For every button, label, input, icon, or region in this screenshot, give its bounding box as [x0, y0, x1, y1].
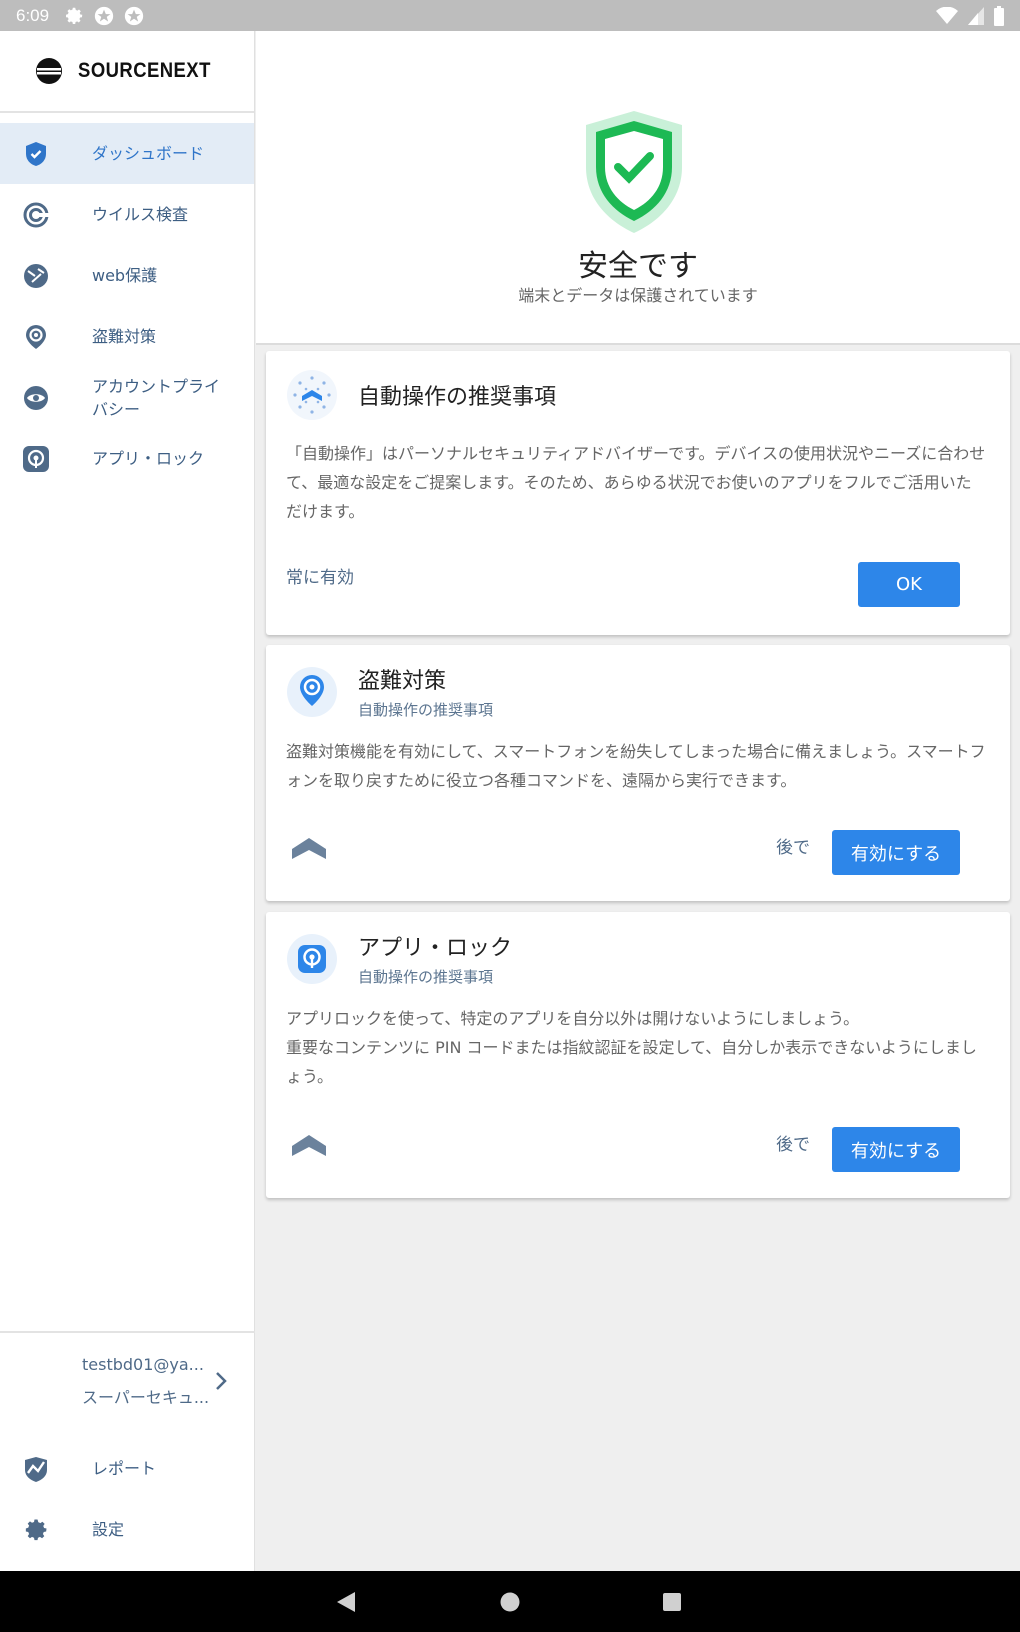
cell-signal-icon: [968, 6, 984, 25]
sidebar-item-web-protection[interactable]: web保護: [0, 245, 254, 306]
sidebar-item-label: ウイルス検査: [92, 205, 189, 224]
sidebar-nav: ダッシュボード ウイルス検査 web保護 盗難対策 アカウントプライバシー アプ…: [0, 123, 254, 489]
sourcenext-logo-icon: [35, 58, 62, 84]
status-title: 安全です: [578, 249, 698, 284]
sidebar-item-label: アプリ・ロック: [92, 449, 205, 468]
card-body: アプリロックを使って、特定のアプリを自分以外は開けないようにしましょう。 重要な…: [286, 1004, 986, 1091]
sidebar-bottom-nav: レポート 設定: [0, 1438, 255, 1560]
enable-app-lock-button[interactable]: 有効にする: [832, 1127, 960, 1172]
card-body: 「自動操作」はパーソナルセキュリティアドバイザーです。デバイスの使用状況やニーズ…: [286, 444, 986, 521]
app-lock-icon: [287, 933, 337, 984]
scan-icon: [23, 202, 49, 227]
sidebar-item-settings[interactable]: 設定: [0, 1499, 255, 1560]
ok-button[interactable]: OK: [858, 562, 960, 607]
later-button[interactable]: 後で: [776, 833, 810, 858]
card-body-line: アプリロックを使って、特定のアプリを自分以外は開けないようにしましょう。: [286, 1009, 860, 1028]
autopilot-small-icon: [292, 838, 326, 859]
sidebar-item-label: 盗難対策: [92, 327, 157, 346]
anti-theft-card: 盗難対策 自動操作の推奨事項 盗難対策機能を有効にして、スマートフォンを紛失して…: [266, 645, 1010, 901]
autopilot-card: 自動操作の推奨事項 「自動操作」はパーソナルセキュリティアドバイザーです。デバイ…: [266, 351, 1010, 635]
autopilot-icon: [287, 370, 337, 420]
later-button[interactable]: 後で: [776, 1130, 810, 1155]
card-header: アプリ・ロック 自動操作の推奨事項: [286, 930, 512, 987]
sidebar-item-app-lock[interactable]: アプリ・ロック: [0, 428, 254, 489]
card-body: 盗難対策機能を有効にして、スマートフォンを紛失してしまった場合に備えましょう。ス…: [286, 742, 986, 790]
back-button[interactable]: [316, 1571, 376, 1632]
card-header: 盗難対策 自動操作の推奨事項: [286, 663, 493, 720]
sidebar-item-label: レポート: [92, 1459, 157, 1478]
app-lock-card: アプリ・ロック 自動操作の推奨事項 アプリロックを使って、特定のアプリを自分以外…: [266, 912, 1010, 1198]
app-notification-icon-2: [124, 6, 144, 25]
main-content: 安全です 端末とデータは保護されています 自動操作の推奨事項 「自動操作」はパー…: [256, 31, 1020, 1571]
account-plan: スーパーセキュ...: [82, 1388, 210, 1407]
autopilot-small-icon: [292, 1135, 326, 1156]
app-notification-icon: [94, 6, 114, 25]
home-icon: [500, 1592, 520, 1611]
account-email: testbd01@ya...: [82, 1355, 204, 1374]
sidebar-item-label: アカウントプライバシー: [92, 376, 221, 419]
battery-icon: [994, 5, 1004, 26]
card-title: 自動操作の推奨事項: [358, 385, 557, 410]
sidebar-item-account-privacy[interactable]: アカウントプライバシー: [0, 367, 254, 428]
home-button[interactable]: [480, 1571, 540, 1632]
sidebar-item-label: 設定: [92, 1520, 125, 1539]
brand-name: SOURCENEXT: [77, 59, 211, 82]
card-title: アプリ・ロック: [358, 936, 513, 961]
card-subtitle: 自動操作の推奨事項: [358, 701, 494, 719]
status-bar: 6:09: [0, 0, 1020, 31]
report-icon: [25, 1456, 47, 1482]
brand-logo: SOURCENEXT: [0, 31, 254, 113]
system-nav-bar: [0, 1571, 1020, 1632]
card-header: 自動操作の推奨事項: [286, 369, 556, 421]
sidebar-item-dashboard[interactable]: ダッシュボード: [0, 123, 254, 184]
gear-icon: [25, 1519, 47, 1540]
app-lock-icon: [23, 445, 49, 472]
status-time: 6:09: [16, 5, 50, 25]
account-panel[interactable]: testbd01@ya... スーパーセキュ...: [0, 1331, 255, 1427]
safe-shield-icon: [586, 111, 682, 233]
shield-check-icon: [26, 141, 46, 166]
sidebar-item-anti-theft[interactable]: 盗難対策: [0, 306, 254, 367]
card-subtitle: 自動操作の推奨事項: [358, 968, 494, 986]
globe-icon: [24, 263, 48, 288]
card-title: 盗難対策: [358, 669, 447, 694]
location-pin-icon: [26, 324, 46, 349]
wifi-icon: [936, 6, 958, 24]
recents-icon: [663, 1592, 681, 1611]
always-enable-button[interactable]: 常に有効: [286, 563, 354, 588]
sidebar-item-virus-scan[interactable]: ウイルス検査: [0, 184, 254, 245]
chevron-right-icon: [216, 1372, 227, 1390]
eye-icon: [24, 385, 48, 410]
enable-anti-theft-button[interactable]: 有効にする: [832, 830, 960, 875]
sidebar-item-label: web保護: [92, 266, 158, 285]
settings-notification-icon: [66, 7, 83, 24]
location-pin-icon: [287, 666, 337, 717]
recents-button[interactable]: [642, 1571, 702, 1632]
sidebar-item-report[interactable]: レポート: [0, 1438, 255, 1499]
status-subtitle: 端末とデータは保護されています: [518, 286, 758, 305]
sidebar: SOURCENEXT ダッシュボード ウイルス検査 web保護 盗難対策 アカウ…: [0, 31, 255, 1571]
sidebar-item-label: ダッシュボード: [92, 144, 205, 163]
back-icon: [337, 1591, 355, 1612]
status-hero: 安全です 端末とデータは保護されています: [256, 31, 1020, 345]
card-body-line: 重要なコンテンツに PIN コードまたは指紋認証を設定して、自分しか表示できない…: [286, 1038, 977, 1086]
